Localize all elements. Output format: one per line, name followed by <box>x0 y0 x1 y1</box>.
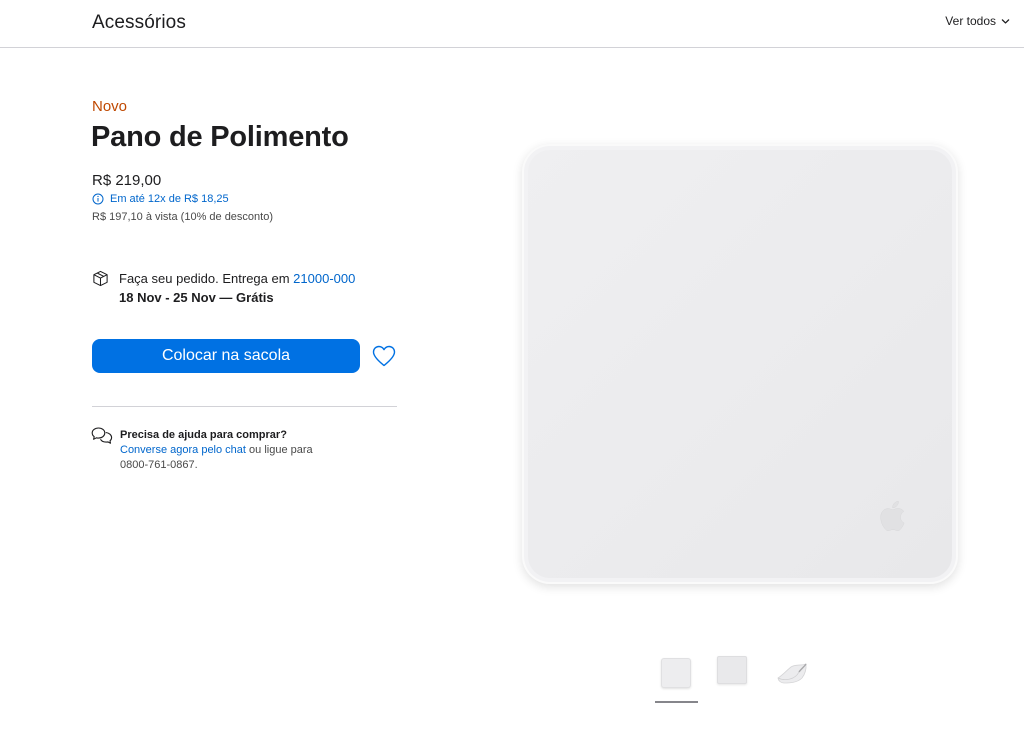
add-to-bag-button[interactable]: Colocar na sacola <box>92 339 360 373</box>
product-price: R$ 219,00 <box>92 172 162 189</box>
delivery-prefix: Faça seu pedido. Entrega em <box>119 271 294 286</box>
help-line: Converse agora pelo chat ou ligue para <box>120 444 313 456</box>
thumbnail-1[interactable] <box>661 658 691 688</box>
apple-logo-icon <box>880 500 905 531</box>
cash-price: R$ 197,10 à vista (10% de desconto) <box>92 211 274 223</box>
product-title: Pano de Polimento <box>91 121 349 153</box>
installments-text: Em até 12x de R$ 18,25 <box>110 193 229 205</box>
section-title: Acessórios <box>92 12 186 33</box>
delivery-dates: 18 Nov - 25 Nov — Grátis <box>119 290 274 305</box>
new-badge: Novo <box>92 98 128 115</box>
box-icon <box>93 270 108 287</box>
help-title: Precisa de ajuda para comprar? <box>120 429 287 441</box>
see-all-label: Ver todos <box>945 14 996 28</box>
info-icon <box>92 193 104 205</box>
gallery-thumbnails <box>655 652 825 704</box>
help-phone[interactable]: 0800-761-0867. <box>120 459 198 471</box>
chat-link[interactable]: Converse agora pelo chat <box>120 444 246 456</box>
chevron-down-icon <box>1001 18 1010 24</box>
zip-code-link[interactable]: 21000-000 <box>293 271 355 286</box>
thumbnail-2[interactable] <box>717 656 747 684</box>
help-or-call: ou ligue para <box>245 444 313 456</box>
top-bar: Acessórios Ver todos <box>0 0 1024 48</box>
thumbnail-3[interactable] <box>775 658 811 688</box>
heart-icon <box>372 345 396 367</box>
favorite-button[interactable] <box>371 344 397 368</box>
selected-thumbnail-indicator <box>655 701 698 703</box>
product-hero-image <box>520 142 960 586</box>
divider <box>92 406 397 407</box>
see-all-dropdown[interactable]: Ver todos <box>945 14 1010 28</box>
delivery-line: Faça seu pedido. Entrega em 21000-000 <box>119 271 355 286</box>
chat-icon <box>91 427 113 444</box>
installments-link[interactable]: Em até 12x de R$ 18,25 <box>92 193 229 205</box>
